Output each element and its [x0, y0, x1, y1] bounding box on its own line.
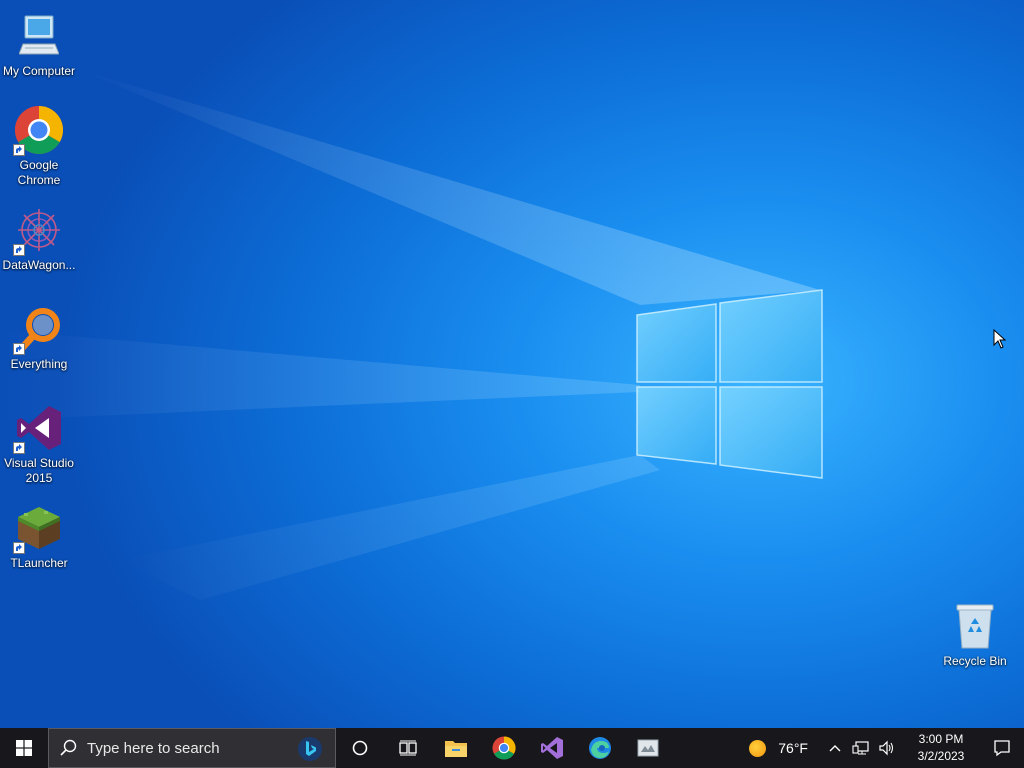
- weather-widget[interactable]: 76°F: [749, 739, 808, 757]
- chrome-icon: [492, 736, 516, 760]
- search-box[interactable]: Type here to search: [48, 728, 336, 768]
- chevron-up-icon[interactable]: [828, 743, 842, 753]
- start-button[interactable]: [0, 728, 48, 768]
- wallpaper: [0, 70, 823, 600]
- desktop-icon-my-computer[interactable]: My Computer: [0, 10, 78, 79]
- taskbar: Type here to search 76°F 3:00 PM 3/2/202…: [0, 728, 1024, 768]
- chrome-icon: [13, 104, 65, 156]
- shortcut-arrow-icon: [13, 343, 25, 355]
- desktop-icon-label: Visual Studio 2015: [4, 456, 74, 485]
- desktop-icon-label: Recycle Bin: [943, 654, 1007, 668]
- action-center-button[interactable]: [980, 728, 1024, 768]
- taskbar-visual-studio[interactable]: [528, 728, 576, 768]
- shortcut-arrow-icon: [13, 244, 25, 256]
- clock[interactable]: 3:00 PM 3/2/2023: [910, 731, 972, 765]
- desktop-icon-visual-studio[interactable]: Visual Studio 2015: [0, 402, 78, 486]
- recycle-bin-icon: [949, 600, 1001, 652]
- shortcut-arrow-icon: [13, 542, 25, 554]
- desktop-icon-label: My Computer: [2, 64, 76, 78]
- taskbar-app[interactable]: [624, 728, 672, 768]
- search-icon: [60, 739, 77, 756]
- desktop-icon-datawagon[interactable]: DataWagon...: [0, 204, 78, 273]
- edge-icon: [589, 737, 611, 759]
- clock-time: 3:00 PM: [918, 732, 964, 746]
- windows-logo: [636, 289, 823, 479]
- shortcut-arrow-icon: [13, 442, 25, 454]
- weather-temp: 76°F: [778, 740, 808, 756]
- network-icon[interactable]: [852, 740, 870, 756]
- notification-icon: [994, 740, 1010, 757]
- bing-icon[interactable]: [297, 736, 323, 762]
- desktop-icon-label: TLauncher: [10, 556, 68, 570]
- desktop-icon-google-chrome[interactable]: Google Chrome: [0, 104, 78, 188]
- app-icon: [637, 739, 659, 757]
- taskbar-edge[interactable]: [576, 728, 624, 768]
- cortana-button[interactable]: [336, 728, 384, 768]
- volume-icon[interactable]: [878, 740, 896, 756]
- desktop-icon-tlauncher[interactable]: TLauncher: [0, 502, 78, 571]
- visual-studio-icon: [13, 402, 65, 454]
- datawagon-icon: [13, 204, 65, 256]
- everything-search-icon: [13, 303, 65, 355]
- system-tray: 76°F 3:00 PM 3/2/2023: [749, 728, 1024, 768]
- taskbar-file-explorer[interactable]: [432, 728, 480, 768]
- start-icon: [16, 740, 32, 756]
- desktop-icon-label: Everything: [10, 357, 68, 371]
- task-view-button[interactable]: [384, 728, 432, 768]
- shortcut-arrow-icon: [13, 144, 25, 156]
- file-explorer-icon: [445, 741, 467, 757]
- sun-icon: [749, 739, 767, 757]
- search-placeholder: Type here to search: [87, 739, 220, 757]
- desktop-icon-everything[interactable]: Everything: [0, 303, 78, 372]
- minecraft-grass-block-icon: [13, 502, 65, 554]
- task-view-icon: [399, 740, 417, 756]
- desktop-icon-label: DataWagon...: [2, 258, 76, 272]
- mouse-cursor-icon: [993, 329, 1007, 349]
- desktop-icon-label: Google Chrome: [17, 158, 61, 187]
- visual-studio-icon: [541, 737, 563, 759]
- desktop-icon-recycle-bin[interactable]: Recycle Bin: [936, 600, 1014, 669]
- taskbar-chrome[interactable]: [480, 728, 528, 768]
- cortana-icon: [352, 740, 368, 756]
- computer-icon: [13, 10, 65, 62]
- clock-date: 3/2/2023: [917, 749, 965, 763]
